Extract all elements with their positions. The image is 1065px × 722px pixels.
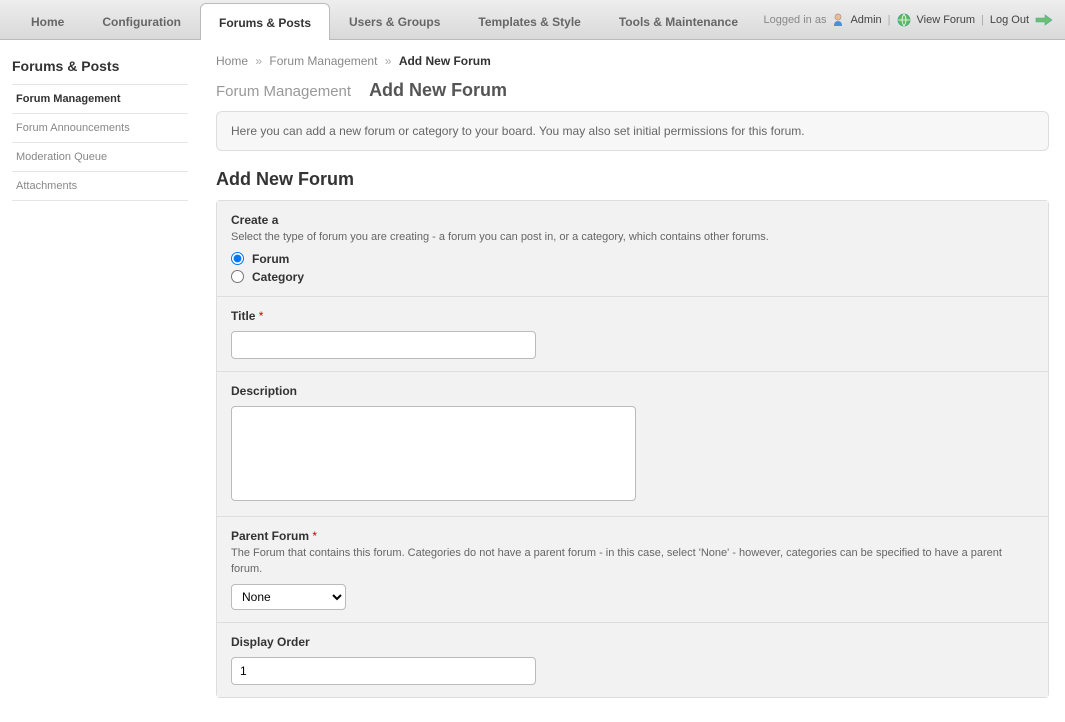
logged-in-as-label: Logged in as	[763, 14, 826, 26]
tab-tools-maintenance[interactable]: Tools & Maintenance	[600, 2, 757, 39]
page-heading-sub: Forum Management	[216, 83, 351, 100]
breadcrumb-forum-management[interactable]: Forum Management	[269, 54, 377, 68]
field-parent-forum: Parent Forum * The Forum that contains t…	[217, 517, 1048, 623]
display-order-input[interactable]	[231, 657, 536, 685]
tab-home[interactable]: Home	[12, 2, 83, 39]
tab-templates-style[interactable]: Templates & Style	[459, 2, 599, 39]
sidebar-menu: Forum Management Forum Announcements Mod…	[12, 84, 188, 201]
description-textarea[interactable]	[231, 406, 636, 501]
field-description: Description	[217, 372, 1048, 517]
top-bar: Home Configuration Forums & Posts Users …	[0, 0, 1065, 40]
form-container: Create a Select the type of forum you ar…	[216, 200, 1049, 698]
parent-forum-select[interactable]: None	[231, 584, 346, 610]
intro-box: Here you can add a new forum or category…	[216, 111, 1049, 151]
sidebar-item-forum-management[interactable]: Forum Management	[12, 85, 188, 114]
separator: |	[981, 14, 984, 26]
view-forum-link[interactable]: View Forum	[917, 14, 975, 26]
page-heading-main: Add New Forum	[369, 80, 507, 101]
radio-forum[interactable]	[231, 252, 244, 265]
title-label: Title *	[231, 309, 1034, 323]
arrow-right-icon	[1035, 14, 1053, 26]
title-label-text: Title	[231, 309, 255, 323]
breadcrumb-home[interactable]: Home	[216, 54, 248, 68]
field-title: Title *	[217, 297, 1048, 372]
breadcrumb-sep: »	[385, 54, 392, 68]
required-mark: *	[312, 529, 317, 543]
page-heading: Forum Management Add New Forum	[216, 80, 1049, 101]
breadcrumb-sep: »	[255, 54, 262, 68]
sidebar-item-moderation-queue[interactable]: Moderation Queue	[12, 143, 188, 172]
radio-category-label: Category	[252, 270, 304, 284]
user-icon	[832, 13, 844, 27]
breadcrumb-current: Add New Forum	[399, 54, 491, 68]
main-content: Home » Forum Management » Add New Forum …	[200, 40, 1065, 722]
display-order-label: Display Order	[231, 635, 1034, 649]
sidebar-title: Forums & Posts	[12, 54, 188, 84]
field-display-order: Display Order	[217, 623, 1048, 697]
section-title: Add New Forum	[216, 169, 1049, 190]
breadcrumb: Home » Forum Management » Add New Forum	[216, 54, 1049, 68]
admin-link[interactable]: Admin	[850, 14, 881, 26]
parent-forum-hint: The Forum that contains this forum. Cate…	[231, 545, 1034, 578]
create-a-label: Create a	[231, 213, 1034, 227]
top-right: Logged in as Admin | View Forum | Log Ou…	[763, 13, 1053, 39]
separator: |	[888, 14, 891, 26]
sidebar: Forums & Posts Forum Management Forum An…	[0, 40, 200, 722]
radio-category[interactable]	[231, 270, 244, 283]
log-out-link[interactable]: Log Out	[990, 14, 1029, 26]
sidebar-item-forum-announcements[interactable]: Forum Announcements	[12, 114, 188, 143]
tab-configuration[interactable]: Configuration	[83, 2, 200, 39]
field-create-a: Create a Select the type of forum you ar…	[217, 201, 1048, 297]
top-tabs: Home Configuration Forums & Posts Users …	[12, 2, 757, 39]
globe-icon	[897, 13, 911, 27]
tab-users-groups[interactable]: Users & Groups	[330, 2, 459, 39]
tab-forums-posts[interactable]: Forums & Posts	[200, 3, 330, 40]
title-input[interactable]	[231, 331, 536, 359]
radio-forum-label: Forum	[252, 252, 289, 266]
create-a-hint: Select the type of forum you are creatin…	[231, 229, 1034, 246]
parent-forum-label: Parent Forum *	[231, 529, 1034, 543]
sidebar-item-attachments[interactable]: Attachments	[12, 172, 188, 201]
required-mark: *	[259, 309, 264, 323]
parent-forum-label-text: Parent Forum	[231, 529, 309, 543]
description-label: Description	[231, 384, 1034, 398]
